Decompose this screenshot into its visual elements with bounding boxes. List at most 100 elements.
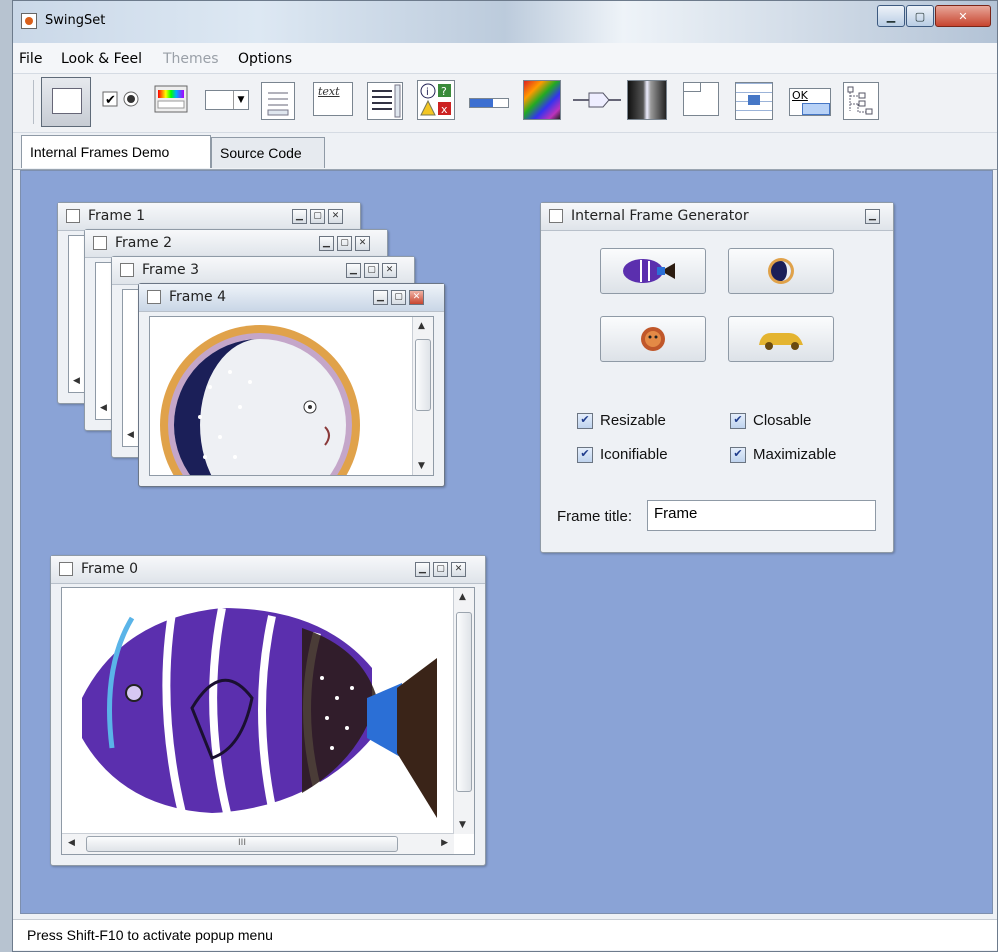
- menu-bar: File Look & Feel Themes Options: [13, 43, 997, 74]
- iconifiable-checkbox[interactable]: ✔ Iconifiable: [577, 446, 668, 463]
- scroll-left-icon[interactable]: ◀: [68, 838, 75, 848]
- internal-frames-icon[interactable]: [41, 77, 91, 127]
- close-button[interactable]: ✕: [355, 236, 370, 251]
- maximize-button[interactable]: ▢: [310, 209, 325, 224]
- create-cab-frame-button[interactable]: [728, 316, 834, 362]
- svg-text:i: i: [426, 87, 429, 98]
- scroll-left-icon[interactable]: ◀: [73, 376, 80, 386]
- vertical-scrollbar[interactable]: ▲ ▼: [412, 317, 433, 475]
- desktop-pane[interactable]: Frame 1 ▁ ▢ ✕ ◀ Frame 2 ▁ ▢ ✕ ◀ Frame 3 …: [20, 170, 993, 914]
- frame-content: ▲ ▼: [149, 316, 434, 476]
- split-pane-icon[interactable]: [627, 80, 667, 120]
- java-cup-icon: [549, 209, 563, 223]
- tab-source-code[interactable]: Source Code: [211, 137, 325, 168]
- title-bar[interactable]: SwingSet ▁ ▢ ✕: [13, 1, 997, 44]
- iconify-button[interactable]: ▁: [319, 236, 334, 251]
- internal-frame-4[interactable]: Frame 4 ▁ ▢ ✕ ▲ ▼: [138, 283, 445, 487]
- minimize-button[interactable]: ▁: [877, 5, 905, 27]
- tree-icon[interactable]: [843, 82, 879, 120]
- scroll-up-icon[interactable]: ▲: [459, 592, 466, 602]
- fish-icon: [623, 259, 675, 283]
- list-icon[interactable]: [261, 82, 295, 120]
- color-chooser-icon[interactable]: [153, 82, 189, 116]
- scroll-up-icon[interactable]: ▲: [418, 321, 425, 331]
- table-icon[interactable]: [735, 82, 773, 120]
- text-area-icon[interactable]: [367, 82, 403, 120]
- internal-frame-0[interactable]: Frame 0 ▁ ▢ ✕ ▲ ▼ ◀ III ▶: [50, 555, 486, 866]
- frame-title-bar[interactable]: Frame 1 ▁ ▢ ✕: [58, 203, 360, 231]
- menu-options[interactable]: Options: [238, 51, 292, 67]
- close-button[interactable]: ✕: [409, 290, 424, 305]
- frame-title-field[interactable]: Frame: [647, 500, 876, 531]
- tab-strip: Internal Frames Demo Source Code: [13, 133, 997, 170]
- scroll-pane-icon[interactable]: [523, 80, 561, 120]
- create-fish-frame-button[interactable]: [600, 248, 706, 294]
- scroll-thumb[interactable]: [415, 339, 431, 411]
- toolbar: ✔ ▼ text i? x OK: [13, 74, 997, 133]
- editor-pane-icon[interactable]: text: [313, 82, 353, 116]
- scroll-down-icon[interactable]: ▼: [418, 461, 425, 471]
- close-button[interactable]: ✕: [328, 209, 343, 224]
- checkbox-checked-icon: ✔: [730, 446, 746, 463]
- iconify-button[interactable]: ▁: [415, 562, 430, 577]
- maximize-icon: ▢: [914, 9, 926, 23]
- closable-checkbox[interactable]: ✔ Closable: [730, 412, 811, 429]
- menu-file[interactable]: File: [19, 51, 42, 67]
- java-cup-icon: [147, 290, 161, 304]
- frame-title: Frame 0: [81, 561, 138, 577]
- frame-title: Frame 1: [88, 208, 145, 224]
- frame-content: ▲ ▼ ◀ III ▶: [61, 587, 475, 855]
- frame-title-bar[interactable]: Frame 0 ▁ ▢ ✕: [51, 556, 485, 584]
- scroll-left-icon[interactable]: ◀: [127, 430, 134, 440]
- fish-image: [82, 607, 437, 818]
- menu-look-and-feel[interactable]: Look & Feel: [61, 51, 142, 67]
- create-moon-frame-button[interactable]: [728, 248, 834, 294]
- frame-title-bar[interactable]: Internal Frame Generator ▁: [541, 203, 893, 231]
- tab-internal-frames-demo[interactable]: Internal Frames Demo: [21, 135, 211, 168]
- maximize-button[interactable]: ▢: [433, 562, 448, 577]
- vertical-scrollbar[interactable]: ▲ ▼: [453, 588, 474, 834]
- scroll-right-icon[interactable]: ▶: [441, 838, 448, 848]
- frame-title-bar[interactable]: Frame 3 ▁ ▢ ✕: [112, 257, 414, 285]
- horizontal-scrollbar[interactable]: ◀ III ▶: [62, 833, 454, 854]
- iconify-button[interactable]: ▁: [292, 209, 307, 224]
- scroll-down-icon[interactable]: ▼: [459, 820, 466, 830]
- frame-title-bar[interactable]: Frame 4 ▁ ▢ ✕: [139, 284, 444, 312]
- checkbox-checked-icon: ✔: [730, 412, 746, 429]
- option-pane-icon[interactable]: i? x: [417, 80, 455, 120]
- combobox-icon[interactable]: ▼: [205, 90, 249, 110]
- tabbed-pane-icon[interactable]: [683, 82, 719, 116]
- maximize-button[interactable]: ▢: [391, 290, 406, 305]
- status-bar: Press Shift-F10 to activate popup menu: [13, 919, 997, 950]
- frame-title-bar[interactable]: Frame 2 ▁ ▢ ✕: [85, 230, 387, 258]
- maximize-button[interactable]: ▢: [337, 236, 352, 251]
- create-sun-frame-button[interactable]: [600, 316, 706, 362]
- maximize-button[interactable]: ▢: [364, 263, 379, 278]
- maximizable-checkbox[interactable]: ✔ Maximizable: [730, 446, 836, 463]
- moon-icon: [768, 258, 794, 284]
- close-icon: ✕: [958, 9, 968, 23]
- progress-bar-icon[interactable]: [469, 98, 509, 108]
- internal-frame-generator[interactable]: Internal Frame Generator ▁ ✔ Resizable ✔ C…: [540, 202, 894, 553]
- maximize-button[interactable]: ▢: [906, 5, 934, 27]
- resizable-checkbox[interactable]: ✔ Resizable: [577, 412, 666, 429]
- toolbar-grip[interactable]: [33, 80, 36, 124]
- svg-text:x: x: [441, 103, 448, 116]
- iconify-button[interactable]: ▁: [865, 209, 880, 224]
- iconify-button[interactable]: ▁: [346, 263, 361, 278]
- close-button[interactable]: ✕: [935, 5, 991, 27]
- scroll-thumb[interactable]: III: [86, 836, 398, 852]
- menu-themes[interactable]: Themes: [163, 51, 219, 67]
- close-button[interactable]: ✕: [451, 562, 466, 577]
- scroll-left-icon[interactable]: ◀: [100, 403, 107, 413]
- scroll-thumb[interactable]: [456, 612, 472, 792]
- iconify-button[interactable]: ▁: [373, 290, 388, 305]
- tooltip-icon[interactable]: OK: [789, 88, 831, 116]
- svg-text:?: ?: [441, 85, 447, 98]
- slider-icon[interactable]: [573, 90, 621, 110]
- minimize-icon: ▁: [886, 9, 896, 23]
- close-button[interactable]: ✕: [382, 263, 397, 278]
- frame-title: Frame 3: [142, 262, 199, 278]
- frame-title-label: Frame title:: [557, 508, 633, 525]
- checkbox-radio-icon[interactable]: ✔: [101, 82, 145, 116]
